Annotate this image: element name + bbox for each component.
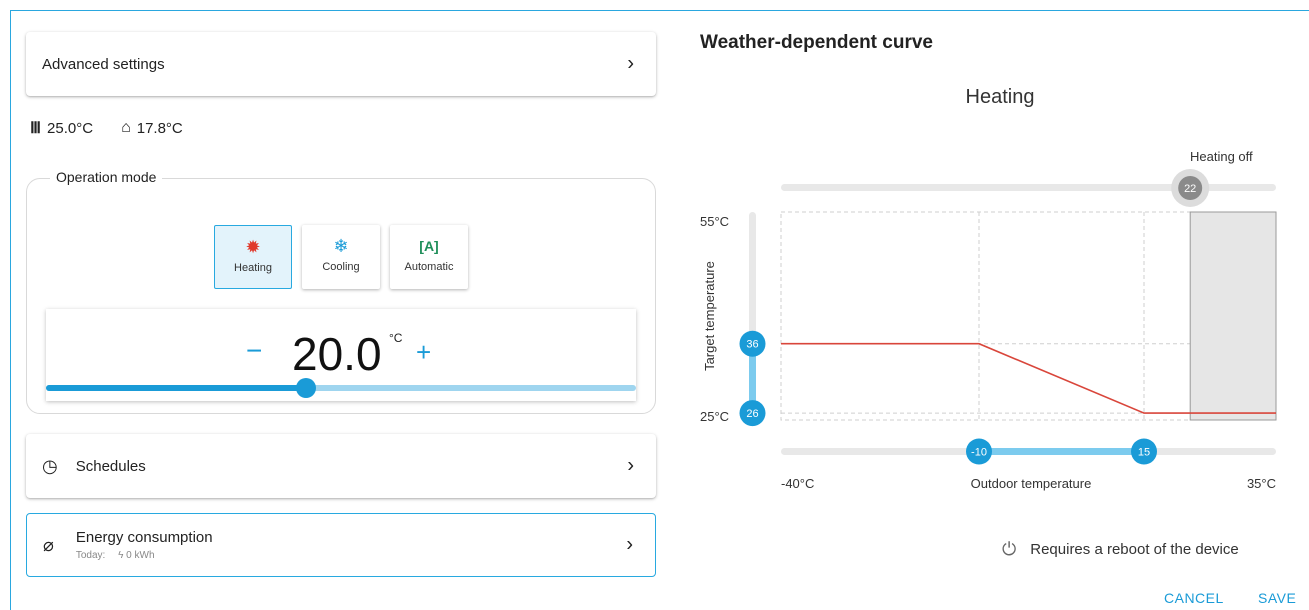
- reboot-note: ⏻ Requires a reboot of the device: [1002, 539, 1239, 560]
- reboot-note-text: Requires a reboot of the device: [1030, 541, 1239, 558]
- power-icon: ⏻: [1002, 539, 1017, 559]
- setpoint-unit: °C: [389, 331, 403, 345]
- mode-automatic-label: Automatic: [404, 261, 454, 273]
- operation-mode-title: Operation mode: [50, 169, 163, 185]
- setpoint-slider[interactable]: [46, 378, 636, 398]
- mode-automatic-button[interactable]: [A] Automatic: [390, 225, 468, 289]
- chart-title: Heating: [965, 86, 1035, 108]
- schedules-label: Schedules: [75, 457, 146, 475]
- mode-cooling-button[interactable]: ❄ Cooling: [302, 225, 380, 289]
- energy-label: Energy consumption: [75, 529, 213, 546]
- flow-temperature: 25.0°C: [47, 119, 94, 137]
- auto-icon: [A]: [419, 238, 439, 254]
- sun-icon: ✹: [245, 237, 261, 257]
- chevron-right-icon: ›: [627, 454, 634, 477]
- energy-today-label: Today:: [75, 550, 106, 561]
- setpoint-value: 20.0: [292, 328, 382, 380]
- temperature-readouts: Ⅲ 25.0°C ⌂ 17.8°C: [30, 118, 183, 138]
- energy-consumption-row[interactable]: ⌀ Energy consumption Today: ϟ 0 kWh ›: [26, 513, 656, 577]
- snowflake-icon: ❄: [333, 236, 349, 256]
- setpoint-slider-fill: [46, 385, 306, 391]
- energy-text: Energy consumption Today: ϟ 0 kWh: [76, 529, 213, 561]
- house-icon: ⌂: [121, 119, 131, 136]
- mode-cooling-label: Cooling: [322, 261, 360, 273]
- schedules-row[interactable]: ◷ Schedules ›: [26, 434, 656, 498]
- advanced-settings-row[interactable]: Advanced settings ›: [26, 32, 656, 96]
- chevron-right-icon: ›: [626, 533, 633, 556]
- setpoint-slider-thumb[interactable]: [295, 378, 316, 398]
- energy-today-value: 0 kWh: [126, 550, 155, 561]
- cancel-button[interactable]: CANCEL: [1164, 590, 1224, 606]
- radiator-icon: Ⅲ: [30, 120, 42, 137]
- leaf-icon: ⌀: [43, 534, 54, 555]
- advanced-settings-label: Advanced settings: [42, 55, 165, 73]
- heating-off-label: Heating off: [1190, 149, 1253, 164]
- curve-title: Weather-dependent curve: [700, 32, 933, 53]
- clock-icon: ◷: [42, 455, 58, 476]
- increase-button[interactable]: +: [416, 337, 431, 368]
- mode-heating-button[interactable]: ✹ Heating: [214, 225, 292, 289]
- save-button[interactable]: SAVE: [1258, 590, 1296, 606]
- setpoint-control: − 20.0 °C +: [46, 309, 636, 401]
- bolt-icon: ϟ: [118, 550, 124, 561]
- decrease-button[interactable]: −: [246, 335, 262, 367]
- mode-heating-label: Heating: [234, 262, 272, 274]
- chevron-right-icon: ›: [627, 52, 634, 75]
- energy-today: Today: ϟ 0 kWh: [76, 550, 213, 561]
- room-temperature: 17.8°C: [136, 119, 183, 137]
